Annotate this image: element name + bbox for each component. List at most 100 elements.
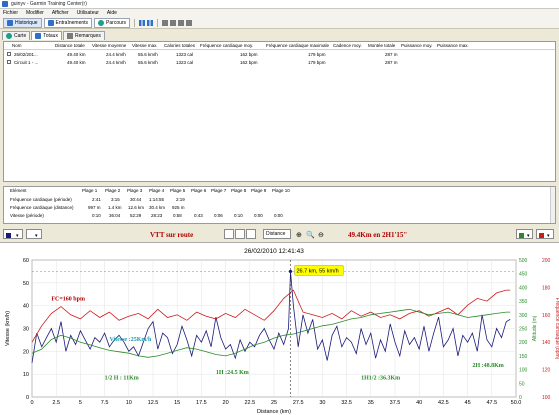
cursor-callout-label: 26.7 km, 55 km/h [296, 268, 338, 274]
row-cell: 49.40 km [67, 60, 86, 65]
chart-split-button[interactable] [235, 229, 245, 239]
cut-icon[interactable] [178, 19, 185, 26]
zone-row-label: Vitesse (période) [10, 213, 44, 218]
zone-cell: 925 m [172, 205, 185, 210]
zone-header: Plage 9 [251, 188, 267, 193]
left-series-selector[interactable]: ▾ [26, 229, 42, 239]
x-tick-label: 10 [126, 400, 132, 406]
list-item[interactable]: 26/02/201... 49.40 km 24.4 km/h 55.6 km/… [4, 51, 555, 58]
toolbar-separator [134, 18, 136, 27]
zone-cell: 0:00 [254, 213, 263, 218]
zone-cell: 0:00 [274, 213, 283, 218]
zone-header: Plage 7 [211, 188, 227, 193]
menu-bar: Fichier Modifier Afficher Utilisateur Ai… [0, 9, 559, 17]
x-tick-label: 37.5 [390, 400, 401, 406]
menu-modifier[interactable]: Modifier [26, 10, 44, 16]
zone-row-label: Fréquence cardiaque (période) [10, 197, 72, 202]
tab-carte[interactable]: Carte [2, 31, 31, 40]
zone-cell: 3:15 [111, 197, 120, 202]
col-header[interactable]: Vitesse moyenne [92, 43, 126, 48]
zone-cell: 0:43 [194, 213, 203, 218]
x-axis-select[interactable]: Distance [263, 229, 291, 239]
save-icon[interactable] [162, 19, 169, 26]
send-to-device-icon[interactable] [139, 19, 146, 26]
right-series-color-picker-green[interactable]: ▾ [516, 229, 533, 239]
parcours-label: Parcours [106, 19, 127, 26]
zoom-icon[interactable]: 🔍 [306, 231, 315, 239]
y-left-tick-label: 0 [26, 395, 29, 401]
activity-chart[interactable]: 26/02/2010 12:41:43 0 2.5 5 7.5 10 12.5 15 17.5 2… [0, 243, 559, 415]
row-cell: 1323 cal [176, 60, 194, 65]
zone-header: Plage 5 [170, 188, 186, 193]
delete-icon[interactable] [170, 19, 177, 26]
window-titlebar: guinyv - Garmin Training Center(r) [0, 0, 559, 9]
y-right-outer-tick-label: 180 [542, 285, 551, 291]
col-header[interactable]: Puissance moy. [401, 43, 432, 48]
entrainements-button[interactable]: Entraînements [43, 17, 93, 28]
col-header[interactable]: Fréquence cardiaque maximale [266, 43, 329, 48]
undo-icon[interactable] [186, 19, 193, 26]
row-cell: 26/02/201... [14, 52, 38, 57]
col-header[interactable]: Vitesse max. [132, 43, 158, 48]
row-cell: 49.40 km [67, 52, 86, 57]
col-header[interactable]: Nom [12, 43, 22, 48]
workout-icon [47, 19, 54, 26]
chart-layout-button[interactable] [224, 229, 234, 239]
col-header[interactable]: Distance totale [55, 43, 85, 48]
y-right-inner-tick-label: 50 [519, 381, 525, 387]
row-cell: 55.6 km/h [138, 60, 158, 65]
row-cell: 55.6 km/h [138, 52, 158, 57]
row-cell: 287 m [385, 52, 398, 57]
col-header[interactable]: Puissance max. [437, 43, 469, 48]
y-left-tick-label: 50 [23, 281, 29, 287]
zones-scrollbar[interactable] [550, 187, 555, 223]
menu-aide[interactable]: Aide [107, 10, 117, 16]
y-right-inner-tick-label: 350 [519, 299, 528, 305]
row-cell: 24.4 km/h [106, 52, 126, 57]
x-tick-label: 27.5 [293, 400, 304, 406]
row-checkbox[interactable] [7, 60, 11, 64]
totals-icon [35, 33, 42, 39]
list-item[interactable]: Circuit 1 - ... 49.40 km 24.4 km/h 55.6 … [4, 59, 555, 66]
zoom-out-icon[interactable]: ⊖ [318, 231, 324, 239]
y-right-inner-tick-label: 450 [519, 272, 528, 278]
x-tick-label: 22.5 [244, 400, 255, 406]
chart-area[interactable]: 26/02/2010 12:41:43 0 2.5 5 7.5 10 12.5 15 17.5 2… [0, 242, 559, 415]
row-checkbox[interactable] [7, 52, 11, 56]
row-cell: 1323 cal [176, 52, 194, 57]
menu-fichier[interactable]: Fichier [3, 10, 18, 16]
col-header[interactable]: Cadence moy. [333, 43, 362, 48]
x-axis-label: Distance (km) [257, 409, 291, 415]
receive-from-device-icon[interactable] [147, 19, 154, 26]
col-header[interactable]: Calories totales [164, 43, 195, 48]
zone-cell: 2:41 [92, 197, 101, 202]
menu-afficher[interactable]: Afficher [52, 10, 69, 16]
zoom-in-icon[interactable]: ⊕ [296, 231, 302, 239]
right-series-color-picker-red[interactable]: ▾ [536, 229, 554, 239]
chart-annotation: FC=160 bpm [51, 296, 85, 302]
zone-row-label: Fréquence cardiaque (distance) [10, 205, 74, 210]
tab-totaux[interactable]: Totaux [31, 31, 62, 40]
chevron-down-icon: ▾ [16, 233, 19, 239]
parcours-button[interactable]: Parcours [94, 17, 131, 28]
x-tick-label: 40 [416, 400, 422, 406]
tab-remarques[interactable]: Remarques [62, 31, 105, 40]
chart-smooth-button[interactable] [246, 229, 256, 239]
col-header[interactable]: Fréquence cardiaque moy. [200, 43, 253, 48]
left-series-color-picker[interactable]: ▾ [3, 229, 23, 239]
y-left-tick-label: 20 [23, 349, 29, 355]
historique-button[interactable]: Historique [3, 17, 42, 28]
zone-header: Plage 1 [82, 188, 98, 193]
menu-utilisateur[interactable]: Utilisateur [77, 10, 99, 16]
zone-cell: 0:58 [173, 213, 182, 218]
zone-header: Plage 8 [231, 188, 247, 193]
x-tick-label: 2.5 [52, 400, 60, 406]
y-right-inner-tick-label: 100 [519, 368, 528, 374]
zone-header: Plage 4 [149, 188, 165, 193]
row-cell: 287 m [385, 60, 398, 65]
y-right-inner-tick-label: 400 [519, 285, 528, 291]
x-tick-label: 17.5 [196, 400, 207, 406]
y-left-tick-label: 30 [23, 327, 29, 333]
zone-cell: 0:10 [92, 213, 101, 218]
col-header[interactable]: Montée totale [368, 43, 395, 48]
